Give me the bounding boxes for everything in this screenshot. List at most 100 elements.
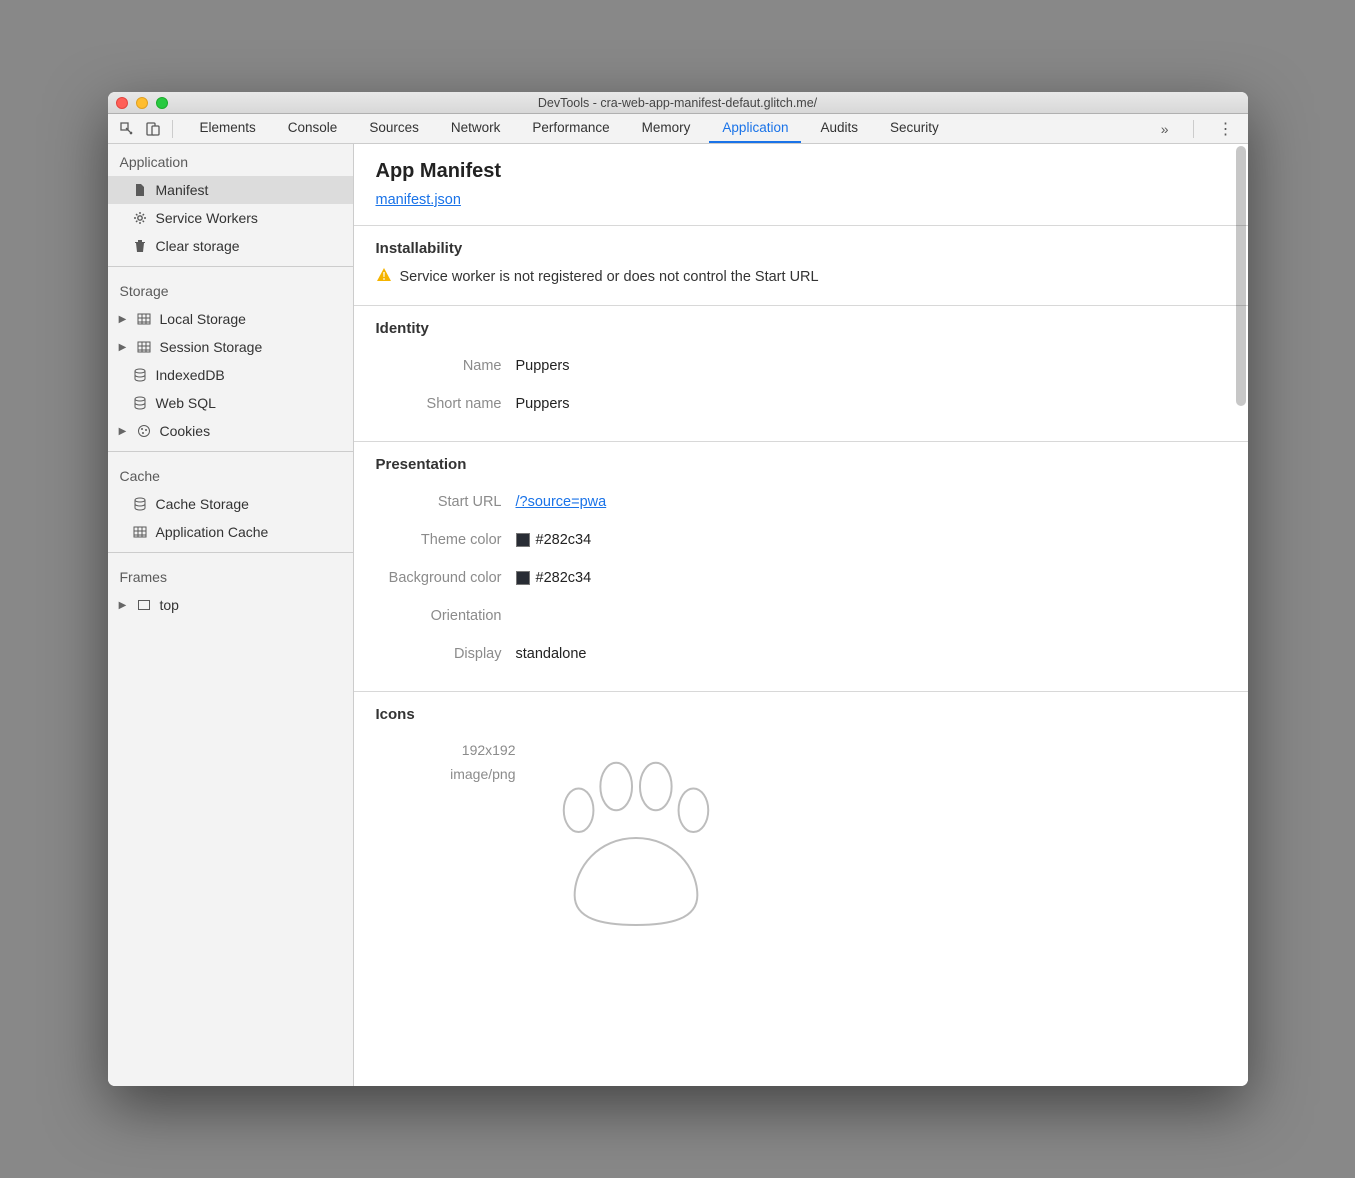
manifest-link-row: manifest.json — [354, 191, 1248, 225]
sidebar-item-label: Cache Storage — [156, 496, 249, 512]
kv-value: standalone — [516, 646, 587, 662]
tab-console[interactable]: Console — [275, 114, 351, 143]
icons-block: 192x192 image/png — [376, 733, 1226, 959]
section-title: Installability — [376, 240, 1226, 257]
sidebar-divider — [108, 552, 353, 553]
sidebar-divider — [108, 451, 353, 452]
settings-menu-icon[interactable]: ⋮ — [1210, 119, 1242, 139]
sidebar-item-service-workers[interactable]: Service Workers — [108, 204, 353, 232]
presentation-background-color-row: Background color #282c34 — [376, 559, 1226, 597]
chevron-right-icon: ▶ — [118, 426, 128, 437]
kv-label: Display — [376, 646, 516, 662]
window-titlebar: DevTools - cra-web-app-manifest-defaut.g… — [108, 92, 1248, 114]
grid-icon — [136, 311, 152, 327]
inspect-element-icon[interactable] — [114, 116, 140, 142]
sidebar-item-label: Clear storage — [156, 238, 240, 254]
db-icon — [132, 395, 148, 411]
sidebar-group-cache: Cache — [108, 458, 353, 490]
section-identity: Identity Name Puppers Short name Puppers — [354, 305, 1248, 441]
toolbar-right: » ⋮ — [1153, 119, 1242, 139]
scrollbar-thumb[interactable] — [1236, 146, 1246, 406]
section-title: Icons — [376, 706, 1226, 723]
sidebar-item-session-storage[interactable]: ▶ Session Storage — [108, 333, 353, 361]
background-color-value: #282c34 — [536, 570, 592, 586]
section-installability: Installability Service worker is not reg… — [354, 225, 1248, 305]
kv-label: Background color — [376, 570, 516, 586]
panel-tabs: Elements Console Sources Network Perform… — [187, 114, 952, 143]
tab-sources[interactable]: Sources — [356, 114, 432, 143]
tab-security[interactable]: Security — [877, 114, 952, 143]
tab-audits[interactable]: Audits — [807, 114, 871, 143]
sidebar-item-top-frame[interactable]: ▶ top — [108, 591, 353, 619]
toolbar-separator — [172, 120, 173, 138]
theme-color-swatch — [516, 533, 530, 547]
db-icon — [132, 496, 148, 512]
file-icon — [132, 182, 148, 198]
trash-icon — [132, 238, 148, 254]
sidebar-item-label: IndexedDB — [156, 367, 225, 383]
grid-icon — [136, 339, 152, 355]
more-tabs-icon[interactable]: » — [1153, 121, 1177, 137]
sidebar-item-manifest[interactable]: Manifest — [108, 176, 353, 204]
frame-icon — [136, 597, 152, 613]
tab-memory[interactable]: Memory — [629, 114, 704, 143]
kv-label: Name — [376, 358, 516, 374]
tab-application[interactable]: Application — [709, 114, 801, 143]
tab-elements[interactable]: Elements — [187, 114, 269, 143]
sidebar-item-label: Manifest — [156, 182, 209, 198]
sidebar-item-label: Local Storage — [160, 311, 246, 327]
warning-text: Service worker is not registered or does… — [400, 269, 819, 285]
chevron-right-icon: ▶ — [118, 314, 128, 325]
sidebar-item-label: Service Workers — [156, 210, 258, 226]
icon-size: 192x192 — [376, 739, 516, 763]
icon-meta: 192x192 image/png — [376, 739, 516, 959]
kv-label: Short name — [376, 396, 516, 412]
sidebar-group-storage: Storage — [108, 273, 353, 305]
sidebar-item-clear-storage[interactable]: Clear storage — [108, 232, 353, 260]
application-sidebar: Application Manifest Service Workers Cle… — [108, 144, 354, 1086]
kv-label: Orientation — [376, 608, 516, 624]
warning-icon — [376, 267, 392, 287]
presentation-theme-color-row: Theme color #282c34 — [376, 521, 1226, 559]
window-title: DevTools - cra-web-app-manifest-defaut.g… — [108, 96, 1248, 110]
section-title: Presentation — [376, 456, 1226, 473]
sidebar-group-application: Application — [108, 144, 353, 176]
kv-label: Theme color — [376, 532, 516, 548]
device-toggle-icon[interactable] — [140, 116, 166, 142]
sidebar-item-application-cache[interactable]: Application Cache — [108, 518, 353, 546]
kv-label: Start URL — [376, 494, 516, 510]
sidebar-divider — [108, 266, 353, 267]
background-color-swatch — [516, 571, 530, 585]
content-area: Application Manifest Service Workers Cle… — [108, 144, 1248, 1086]
devtools-window: DevTools - cra-web-app-manifest-defaut.g… — [108, 92, 1248, 1086]
kv-value: Puppers — [516, 396, 570, 412]
chevron-right-icon: ▶ — [118, 600, 128, 611]
sidebar-item-local-storage[interactable]: ▶ Local Storage — [108, 305, 353, 333]
presentation-start-url-row: Start URL /?source=pwa — [376, 483, 1226, 521]
tab-performance[interactable]: Performance — [519, 114, 622, 143]
tab-network[interactable]: Network — [438, 114, 514, 143]
icon-preview-paw — [540, 739, 732, 959]
sidebar-item-web-sql[interactable]: Web SQL — [108, 389, 353, 417]
kv-value: #282c34 — [516, 532, 592, 548]
main-panel: App Manifest manifest.json Installabilit… — [354, 144, 1248, 1086]
cookie-icon — [136, 423, 152, 439]
panel-title: App Manifest — [354, 160, 1248, 191]
sidebar-item-indexeddb[interactable]: IndexedDB — [108, 361, 353, 389]
installability-warning: Service worker is not registered or does… — [376, 267, 1226, 287]
manifest-json-link[interactable]: manifest.json — [376, 192, 461, 208]
identity-short-name-row: Short name Puppers — [376, 385, 1226, 423]
chevron-right-icon: ▶ — [118, 342, 128, 353]
start-url-link[interactable]: /?source=pwa — [516, 494, 607, 510]
identity-name-row: Name Puppers — [376, 347, 1226, 385]
gear-icon — [132, 210, 148, 226]
sidebar-item-label: Cookies — [160, 423, 211, 439]
section-title: Identity — [376, 320, 1226, 337]
devtools-toolbar: Elements Console Sources Network Perform… — [108, 114, 1248, 144]
presentation-display-row: Display standalone — [376, 635, 1226, 673]
sidebar-item-cache-storage[interactable]: Cache Storage — [108, 490, 353, 518]
icon-mime: image/png — [376, 763, 516, 787]
sidebar-item-cookies[interactable]: ▶ Cookies — [108, 417, 353, 445]
grid-icon — [132, 524, 148, 540]
sidebar-item-label: Web SQL — [156, 395, 216, 411]
